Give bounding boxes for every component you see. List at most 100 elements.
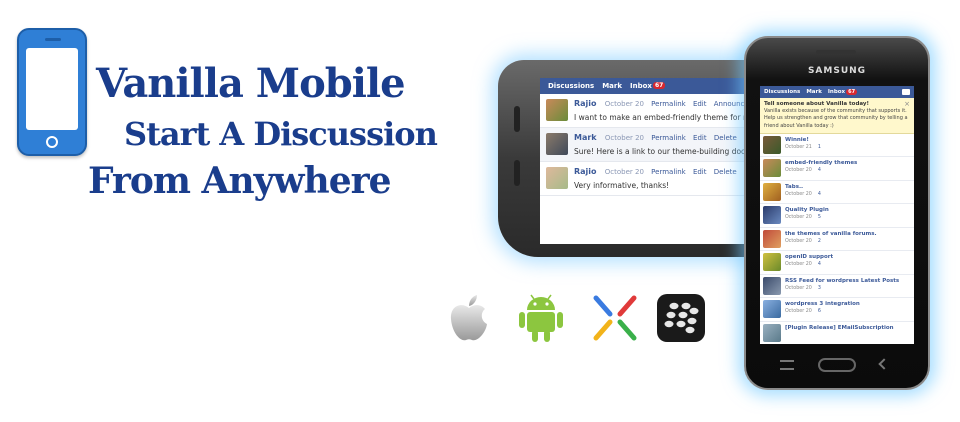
avatar: [763, 276, 781, 295]
discussion-title[interactable]: wordpress 3 integration: [785, 301, 860, 307]
headline-line-2: Start A Discussion: [124, 115, 438, 153]
post-item: Mark October 20 Permalink Edit Delete Su…: [540, 128, 778, 162]
discussion-item[interactable]: embed-friendly themes October 20 4: [760, 157, 914, 181]
promo-title: Tell someone about Vanilla today!: [764, 101, 870, 107]
android-icon: [516, 292, 566, 344]
discussion-meta: October 20 6: [785, 309, 821, 315]
discussion-meta: October 20 4: [785, 191, 821, 197]
post-date: October 20: [604, 168, 644, 176]
post-body: I want to make an embed-friendly theme f…: [574, 113, 751, 122]
phone-hardware-buttons: [760, 356, 914, 376]
nav-discussions-link[interactable]: Discussions: [548, 82, 594, 90]
post-item: Rajio October 20 Permalink Edit Delete V…: [540, 162, 778, 196]
discussion-item[interactable]: [Plugin Release] EMailSubscription: [760, 322, 914, 344]
inbox-count-badge: 67: [652, 82, 666, 89]
mobile-phone-icon: [17, 28, 87, 156]
post-author[interactable]: Mark: [574, 133, 597, 142]
nexus-icon: [590, 292, 640, 344]
portrait-nav-bar: Discussions Mark Inbox 67: [760, 86, 914, 98]
phone-brand-label: SAMSUNG: [807, 66, 867, 76]
discussion-item[interactable]: the themes of vanilla forums. October 20…: [760, 228, 914, 252]
post-body: Very informative, thanks!: [574, 181, 670, 190]
landscape-nav-bar: Discussions Mark Inbox 67: [540, 78, 778, 94]
close-icon[interactable]: ×: [904, 100, 910, 108]
permalink-link[interactable]: Permalink: [651, 168, 686, 176]
nav-mark-link[interactable]: Mark: [806, 89, 822, 95]
phone-icon-screen: [26, 48, 78, 130]
avatar: [763, 159, 781, 178]
comment-count: 4: [817, 191, 821, 197]
landscape-phone: Discussions Mark Inbox 67 Rajio October 2…: [498, 60, 778, 257]
phone-icon-speaker: [45, 38, 61, 41]
discussion-title[interactable]: embed-friendly themes: [785, 160, 857, 166]
nav-inbox-link[interactable]: Inbox 67: [630, 82, 666, 90]
discussion-item[interactable]: wordpress 3 integration October 20 6: [760, 298, 914, 322]
delete-link[interactable]: Delete: [714, 134, 737, 142]
comment-count: 2: [817, 238, 821, 244]
menu-button-icon[interactable]: [780, 360, 794, 370]
nav-inbox-link[interactable]: Inbox 67: [828, 89, 858, 95]
post-date: October 20: [604, 100, 644, 108]
nav-mark-link[interactable]: Mark: [602, 82, 622, 90]
avatar: [763, 229, 781, 248]
edit-link[interactable]: Edit: [693, 100, 707, 108]
post-item: Rajio October 20 Permalink Edit Announce…: [540, 94, 778, 128]
portrait-phone: SAMSUNG Discussions Mark Inbox 67 Tell so…: [744, 36, 930, 390]
portrait-phone-screen: Discussions Mark Inbox 67 Tell someone ab…: [760, 86, 914, 344]
home-button[interactable]: [818, 358, 856, 372]
discussion-item[interactable]: RSS Feed for wordpress Latest Posts Octo…: [760, 275, 914, 299]
chat-bubble-icon[interactable]: [902, 89, 910, 95]
discussion-meta: October 20 4: [785, 262, 821, 268]
discussion-title[interactable]: Quality Plugin: [785, 207, 829, 213]
post-date: October 20: [604, 134, 645, 142]
avatar: [763, 135, 781, 154]
discussion-item[interactable]: Tabs.. October 20 4: [760, 181, 914, 205]
landscape-phone-screen: Discussions Mark Inbox 67 Rajio October 2…: [540, 78, 778, 244]
avatar[interactable]: [546, 133, 568, 155]
phone-speaker: [816, 50, 856, 54]
comment-count: 4: [817, 262, 821, 268]
discussion-meta: [785, 333, 894, 338]
discussion-item[interactable]: openID support October 20 4: [760, 251, 914, 275]
post-body: Sure! Here is a link to our theme-buildi…: [574, 147, 750, 156]
discussion-item[interactable]: Winnie! October 21 1: [760, 134, 914, 158]
comment-count: 6: [817, 309, 821, 315]
avatar: [763, 253, 781, 272]
phone-side-button: [514, 160, 520, 186]
avatar: [763, 300, 781, 319]
discussion-title[interactable]: [Plugin Release] EMailSubscription: [785, 325, 894, 331]
post-meta: Mark October 20 Permalink Edit Delete: [574, 133, 750, 142]
headline-line-1: Vanilla Mobile: [96, 60, 406, 107]
inbox-count-badge: 67: [846, 89, 858, 95]
apple-icon: [444, 292, 494, 344]
back-arrow-icon[interactable]: [878, 358, 890, 370]
avatar: [763, 206, 781, 225]
avatar[interactable]: [546, 99, 568, 121]
comment-count: 4: [817, 168, 821, 174]
discussion-meta: October 21 1: [785, 144, 821, 150]
edit-link[interactable]: Edit: [693, 134, 707, 142]
comment-count: 1: [817, 144, 821, 150]
discussion-title[interactable]: the themes of vanilla forums.: [785, 231, 877, 237]
discussion-meta: October 20 5: [785, 215, 821, 221]
permalink-link[interactable]: Permalink: [651, 134, 686, 142]
edit-link[interactable]: Edit: [693, 168, 707, 176]
permalink-link[interactable]: Permalink: [651, 100, 686, 108]
discussion-title[interactable]: RSS Feed for wordpress Latest Posts: [785, 278, 899, 284]
discussion-meta: October 20 3: [785, 285, 821, 291]
discussion-title[interactable]: openID support: [785, 254, 833, 260]
phone-side-button: [514, 106, 520, 132]
delete-link[interactable]: Delete: [714, 168, 737, 176]
blackberry-icon: [656, 292, 706, 344]
discussion-title[interactable]: Tabs..: [785, 184, 821, 190]
post-author[interactable]: Rajio: [574, 167, 597, 176]
comment-count: 3: [817, 285, 821, 291]
avatar[interactable]: [546, 167, 568, 189]
discussion-title[interactable]: Winnie!: [785, 137, 821, 143]
nav-discussions-link[interactable]: Discussions: [764, 89, 800, 95]
phone-icon-home-button: [46, 136, 58, 148]
avatar: [763, 323, 781, 342]
discussion-item[interactable]: Quality Plugin October 20 5: [760, 204, 914, 228]
post-author[interactable]: Rajio: [574, 99, 597, 108]
promo-text: Vanilla exists because of the community …: [764, 108, 908, 129]
